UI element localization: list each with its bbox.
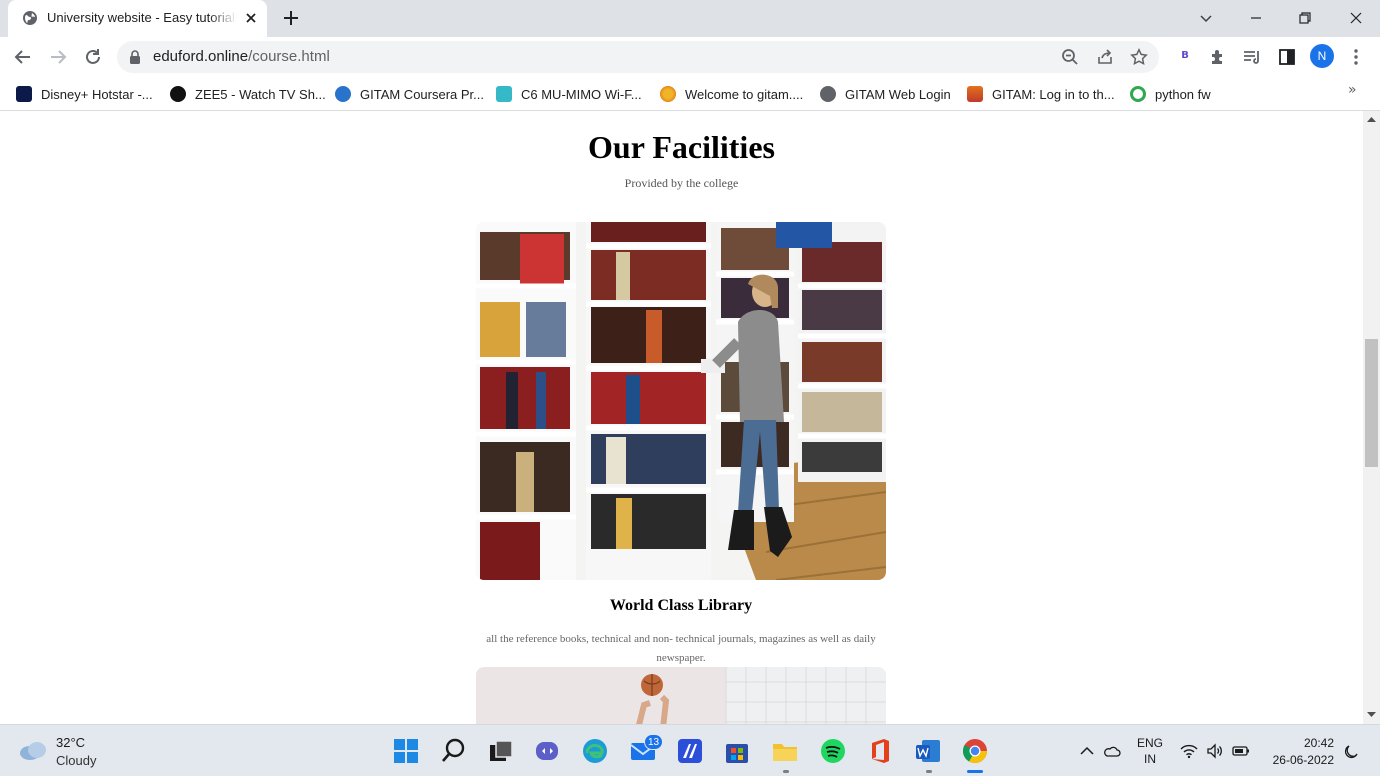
close-tab-icon[interactable] [242, 9, 260, 27]
clock-date[interactable]: 26-06-2022 [1260, 753, 1334, 767]
extensions-puzzle-icon[interactable] [1206, 45, 1230, 69]
bookmark-gitam-welcome[interactable]: Welcome to gitam.... [660, 82, 803, 106]
show-hidden-icons-chevron-icon[interactable] [1078, 742, 1096, 760]
browser-tab[interactable]: University website - Easy tutorials [8, 0, 267, 37]
restore-icon[interactable] [1293, 6, 1317, 30]
bookmark-label: GITAM Web Login [845, 86, 951, 102]
sports-photo [476, 667, 886, 724]
share-icon[interactable] [1096, 48, 1114, 66]
close-window-icon[interactable] [1344, 6, 1368, 30]
onedrive-cloud-icon[interactable] [1103, 742, 1121, 760]
more-menu-icon[interactable] [1344, 45, 1368, 69]
tab-search-chevron-icon[interactable] [1194, 6, 1218, 30]
tab-title: University website - Easy tutorials [47, 10, 237, 25]
weather-description[interactable]: Cloudy [56, 753, 96, 768]
sports-image [476, 667, 886, 724]
bookmark-python-fw[interactable]: python fw [1130, 82, 1211, 106]
region-indicator[interactable]: IN [1134, 752, 1166, 766]
creative-app-icon[interactable] [676, 737, 704, 765]
page-subtitle: Provided by the college [624, 176, 739, 190]
clock-time[interactable]: 20:42 [1264, 736, 1334, 750]
chrome-active-indicator [967, 770, 983, 773]
volume-icon[interactable] [1206, 742, 1224, 760]
page-scrollbar[interactable] [1363, 111, 1380, 724]
language-indicator[interactable]: ENG [1134, 736, 1166, 750]
forward-arrow-icon[interactable] [46, 45, 70, 69]
gitam-sun-icon [660, 86, 676, 102]
tab-strip: University website - Easy tutorials [0, 0, 1380, 37]
bookmark-tplink[interactable]: C6 MU-MIMO Wi-F... [496, 82, 642, 106]
library-photo [476, 222, 886, 580]
bookmark-coursera[interactable]: GITAM Coursera Pr... [335, 82, 484, 106]
office-icon[interactable] [866, 737, 894, 765]
store-icon[interactable] [723, 737, 751, 765]
coursera-icon [335, 86, 351, 102]
bookmark-gitam-login[interactable]: GITAM: Log in to th... [967, 82, 1115, 106]
edge-browser-icon[interactable] [581, 737, 609, 765]
page-viewport: Our Facilities Provided by the college W… [0, 111, 1363, 724]
url-text[interactable]: eduford.online/course.html [153, 48, 330, 65]
weather-temperature[interactable]: 32°C [56, 735, 85, 750]
bookmark-hotstar[interactable]: Disney+ Hotstar -... [16, 82, 153, 106]
word-running-indicator [926, 770, 932, 773]
bookmark-label: python fw [1155, 86, 1211, 102]
teams-chat-icon[interactable] [533, 737, 561, 765]
bookmark-star-icon[interactable] [1130, 48, 1148, 66]
windows-taskbar: 32°C Cloudy 13 ENG IN 20:42 26-06-2022 [0, 724, 1380, 776]
new-tab-icon[interactable] [281, 8, 301, 28]
bookmark-label: C6 MU-MIMO Wi-F... [521, 86, 642, 102]
library-image [476, 222, 886, 580]
address-bar[interactable]: eduford.online/course.html [117, 41, 1159, 73]
cloudy-weather-icon[interactable] [18, 739, 48, 761]
scroll-up-arrow-icon[interactable] [1367, 115, 1376, 124]
bookmarks-overflow-chevron-icon[interactable]: » [1348, 82, 1357, 98]
tplink-icon [496, 86, 512, 102]
page-title: Our Facilities [588, 129, 775, 165]
spotify-icon[interactable] [819, 737, 847, 765]
zoom-icon[interactable] [1061, 48, 1079, 66]
bookmarks-bar: Disney+ Hotstar -... ZEE5 - Watch TV Sh.… [0, 77, 1380, 111]
back-arrow-icon[interactable] [11, 45, 35, 69]
gitam-logo-icon [967, 86, 983, 102]
extension-b-icon[interactable]: B [1176, 47, 1194, 65]
globe-icon [820, 86, 836, 102]
hotstar-icon [16, 86, 32, 102]
browser-toolbar: eduford.online/course.html B N [0, 37, 1380, 77]
bookmark-label: Disney+ Hotstar -... [41, 86, 153, 102]
bookmark-label: GITAM: Log in to th... [992, 86, 1115, 102]
lock-icon[interactable] [129, 50, 141, 64]
battery-icon[interactable] [1232, 742, 1250, 760]
url-path: /course.html [248, 48, 330, 65]
scrollbar-thumb[interactable] [1365, 339, 1378, 467]
windows-start-icon[interactable] [392, 737, 420, 765]
zee5-icon [170, 86, 186, 102]
side-panel-icon[interactable] [1275, 45, 1299, 69]
url-domain: eduford.online [153, 48, 249, 65]
bookmark-label: Welcome to gitam.... [685, 86, 804, 102]
wifi-icon[interactable] [1180, 742, 1198, 760]
reading-list-icon[interactable] [1240, 45, 1264, 69]
file-explorer-running-indicator [783, 770, 789, 773]
file-explorer-icon[interactable] [771, 737, 799, 765]
word-icon[interactable] [914, 737, 942, 765]
bookmark-label: ZEE5 - Watch TV Sh... [195, 86, 326, 102]
bookmark-gitam-web-login[interactable]: GITAM Web Login [820, 82, 951, 106]
scroll-down-arrow-icon[interactable] [1367, 710, 1376, 719]
search-icon[interactable] [440, 737, 468, 765]
globe-icon [23, 11, 37, 25]
python-fw-icon [1130, 86, 1146, 102]
bookmark-label: GITAM Coursera Pr... [360, 86, 485, 102]
reload-icon[interactable] [81, 45, 105, 69]
bookmark-zee5[interactable]: ZEE5 - Watch TV Sh... [170, 82, 326, 106]
card-description: all the reference books, technical and n… [486, 633, 876, 664]
mail-badge: 13 [644, 734, 663, 750]
card-title: World Class Library [609, 597, 753, 614]
profile-avatar[interactable]: N [1310, 44, 1334, 68]
chrome-icon[interactable] [961, 737, 989, 765]
minimize-icon[interactable] [1244, 6, 1268, 30]
task-view-icon[interactable] [487, 737, 515, 765]
focus-moon-icon[interactable] [1343, 742, 1361, 760]
